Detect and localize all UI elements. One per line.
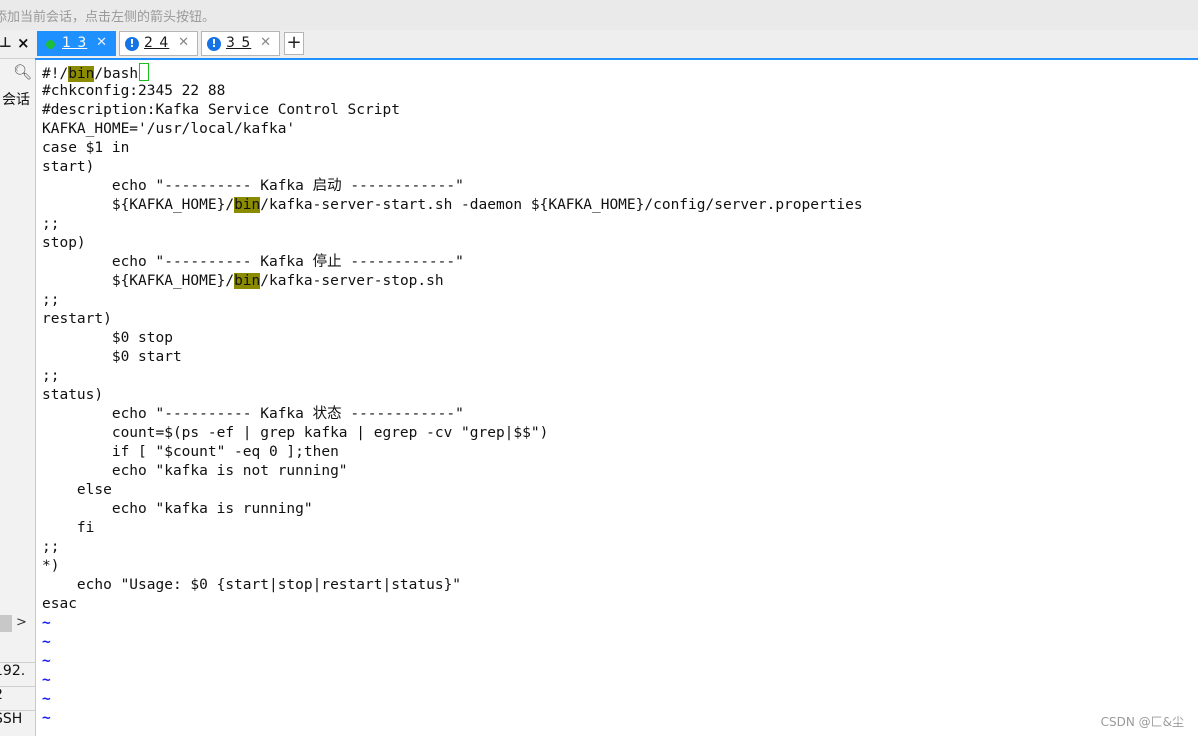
new-tab-button[interactable]: + bbox=[284, 32, 304, 55]
empty-line-marker: ~ bbox=[42, 653, 51, 669]
watermark: CSDN @匚&尘 bbox=[1100, 715, 1184, 729]
terminal-output[interactable]: #!/bin/bash #chkconfig:2345 22 88 #descrip… bbox=[42, 63, 1192, 733]
chevron-right-icon[interactable]: > bbox=[16, 615, 27, 630]
terminal-line: if [ "$count" -eq 0 ];then bbox=[42, 444, 339, 460]
terminal-line: echo "---------- Kafka 停止 ------------" bbox=[42, 254, 464, 270]
pin-icon[interactable]: ⊥ bbox=[0, 35, 12, 51]
terminal-line: $0 stop bbox=[42, 330, 173, 346]
terminal-line: ;; bbox=[42, 216, 60, 232]
terminal-line: status) bbox=[42, 387, 104, 403]
terminal-line: echo "kafka is running" bbox=[42, 501, 313, 517]
tab-session-3[interactable]: ! 3 5 ✕ bbox=[201, 31, 280, 56]
search-highlight: bin bbox=[234, 197, 261, 213]
text-cursor bbox=[139, 63, 150, 81]
hint-bar: 添加当前会话，点击左侧的箭头按钮。 bbox=[0, 0, 1198, 31]
scrollbar[interactable] bbox=[0, 615, 12, 632]
empty-line-marker: ~ bbox=[42, 634, 51, 650]
terminal-line: esac bbox=[42, 596, 77, 612]
close-icon[interactable]: × bbox=[17, 34, 30, 52]
terminal-line: restart) bbox=[42, 311, 112, 327]
terminal-line: else bbox=[42, 482, 112, 498]
tab-session-1[interactable]: 1 3 ✕ bbox=[37, 31, 116, 56]
terminal-line: echo "---------- Kafka 状态 ------------" bbox=[42, 406, 464, 422]
terminal-line: ${KAFKA_HOME}/bin/kafka-server-stop.sh bbox=[42, 273, 444, 289]
terminal-line: #!/bin/bash bbox=[42, 63, 1192, 82]
session-row-host[interactable]: 192. bbox=[0, 662, 35, 685]
terminal-line: #chkconfig:2345 22 88 bbox=[42, 83, 226, 99]
warning-icon: ! bbox=[125, 37, 139, 51]
terminal-line: start) bbox=[42, 159, 95, 175]
terminal-line: *) bbox=[42, 558, 60, 574]
terminal-line: ;; bbox=[42, 368, 60, 384]
tab-session-2[interactable]: ! 2 4 ✕ bbox=[119, 31, 198, 56]
terminal-line: ;; bbox=[42, 539, 60, 555]
terminal-line: echo "---------- Kafka 启动 ------------" bbox=[42, 178, 464, 194]
terminal-line: ${KAFKA_HOME}/bin/kafka-server-start.sh … bbox=[42, 197, 863, 213]
terminal-line: count=$(ps -ef | grep kafka | egrep -cv … bbox=[42, 425, 549, 441]
terminal-line: ;; bbox=[42, 292, 60, 308]
search-highlight: bin bbox=[234, 273, 261, 289]
hint-text: 添加当前会话，点击左侧的箭头按钮。 bbox=[0, 10, 216, 25]
empty-line-marker: ~ bbox=[42, 672, 51, 688]
terminal-line: $0 start bbox=[42, 349, 182, 365]
session-panel-header: ⊥ × bbox=[0, 30, 35, 59]
terminal-line: echo "kafka is not running" bbox=[42, 463, 348, 479]
search-icon[interactable]: 🔍︎ bbox=[13, 63, 32, 81]
session-row-protocol[interactable]: SSH bbox=[0, 710, 35, 733]
terminal-line: case $1 in bbox=[42, 140, 130, 156]
terminal-line: fi bbox=[42, 520, 95, 536]
terminal-line: stop) bbox=[42, 235, 86, 251]
tab-label: 2 4 bbox=[144, 35, 170, 51]
session-label[interactable]: 会话 bbox=[2, 89, 30, 109]
empty-line-marker: ~ bbox=[42, 710, 51, 726]
empty-line-marker: ~ bbox=[42, 691, 51, 707]
terminal-line: echo "Usage: $0 {start|stop|restart|stat… bbox=[42, 577, 462, 593]
close-icon[interactable]: ✕ bbox=[178, 35, 189, 50]
tab-bar: 1 3 ✕ ! 2 4 ✕ ! 3 5 ✕ + bbox=[35, 30, 1198, 60]
terminal-line: KAFKA_HOME='/usr/local/kafka' bbox=[42, 121, 296, 137]
search-highlight: bin bbox=[68, 66, 95, 82]
tab-label: 3 5 bbox=[226, 35, 252, 51]
empty-line-marker: ~ bbox=[42, 615, 51, 631]
session-panel: ⊥ × 🔍︎ 会话 > 192. 2 SSH bbox=[0, 30, 36, 736]
terminal-line: #description:Kafka Service Control Scrip… bbox=[42, 102, 400, 118]
warning-icon: ! bbox=[207, 37, 221, 51]
tab-label: 1 3 bbox=[62, 35, 88, 51]
session-row-port[interactable]: 2 bbox=[0, 686, 35, 709]
close-icon[interactable]: ✕ bbox=[260, 35, 271, 50]
connected-status-icon bbox=[46, 40, 55, 49]
close-icon[interactable]: ✕ bbox=[96, 35, 107, 50]
